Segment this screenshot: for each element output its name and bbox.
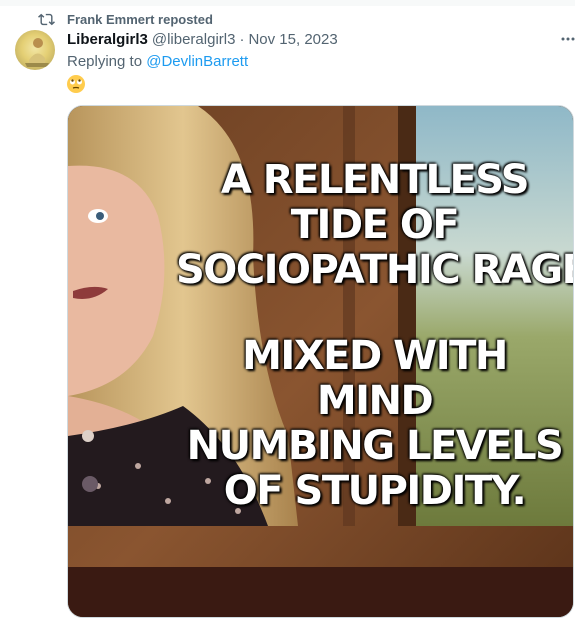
meme-line: A RELENTLESS bbox=[220, 157, 530, 203]
tweet-date[interactable]: Nov 15, 2023 bbox=[248, 31, 337, 48]
author-name[interactable]: Liberalgirl3 bbox=[67, 31, 148, 48]
meme-caption-top: A RELENTLESS TIDE OF SOCIOPATHIC RAGE bbox=[176, 158, 573, 293]
face-with-rolling-eyes-icon bbox=[67, 75, 85, 93]
meme-line: OF STUPIDITY. bbox=[223, 468, 527, 514]
meme-line: MIND bbox=[316, 378, 434, 424]
meme-caption-bottom: MIXED WITH MIND NUMBING LEVELS OF STUPID… bbox=[176, 334, 573, 514]
author-handle[interactable]: @liberalgirl3 bbox=[152, 31, 236, 48]
repost-label[interactable]: Frank Emmert reposted bbox=[67, 12, 213, 27]
tweet-image[interactable]: A RELENTLESS TIDE OF SOCIOPATHIC RAGE MI… bbox=[67, 105, 574, 618]
tweet-header: Liberalgirl3 @liberalgirl3 · Nov 15, 202… bbox=[67, 31, 338, 48]
reply-context: Replying to @DevlinBarrett bbox=[67, 53, 248, 70]
meme-line: TIDE OF bbox=[290, 202, 460, 248]
top-divider bbox=[0, 0, 575, 6]
reply-prefix: Replying to bbox=[67, 53, 143, 70]
image-bottom-band bbox=[68, 567, 573, 617]
header-separator: · bbox=[239, 31, 245, 48]
repost-icon bbox=[38, 13, 55, 25]
more-icon[interactable] bbox=[560, 33, 575, 45]
reply-to-link[interactable]: @DevlinBarrett bbox=[146, 53, 248, 70]
meme-line: NUMBING LEVELS bbox=[186, 423, 564, 469]
meme-line: SOCIOPATHIC RAGE bbox=[176, 247, 574, 293]
repost-indicator: Frank Emmert reposted bbox=[38, 10, 213, 28]
avatar[interactable] bbox=[15, 30, 55, 70]
meme-line: MIXED WITH bbox=[242, 333, 508, 379]
